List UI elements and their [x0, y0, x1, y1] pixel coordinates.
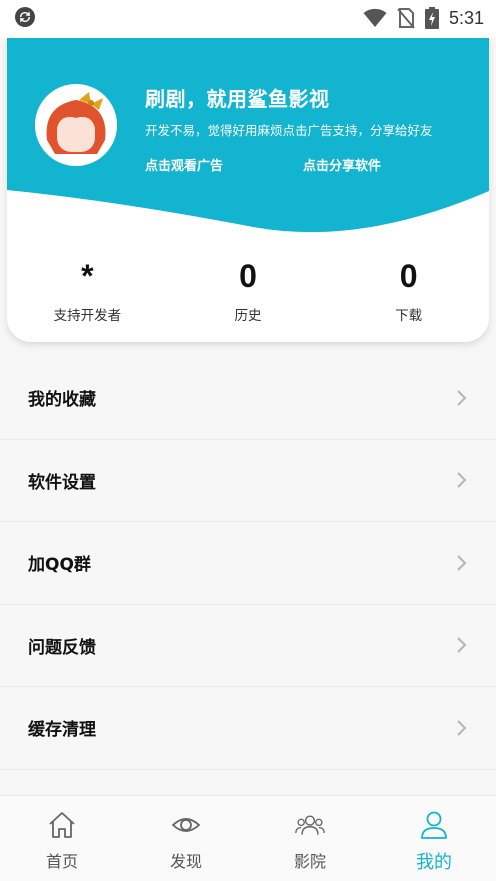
promo-title: 刷剧，就用鲨鱼影视: [145, 87, 330, 111]
stat-label: 下载: [395, 308, 423, 324]
profile-header-card: 刷剧，就用鲨鱼影视 开发不易，觉得好用麻烦点击广告支持，分享给好友 点击观看广告…: [7, 38, 489, 342]
menu-item-favorites[interactable]: 我的收藏: [0, 357, 496, 440]
share-app-link[interactable]: 点击分享软件: [303, 155, 381, 174]
nav-tab-label: 影院: [293, 852, 326, 871]
menu-item-join-qq-group[interactable]: 加QQ群: [0, 522, 496, 605]
nav-tab-discover[interactable]: 发现: [124, 796, 248, 881]
menu-item-label: 软件设置: [28, 472, 96, 493]
no-sim-icon: [397, 8, 415, 29]
chevron-right-icon: [457, 637, 467, 653]
watch-ad-link[interactable]: 点击观看广告: [145, 155, 223, 174]
nav-tab-cinema[interactable]: 影院: [248, 796, 372, 881]
stats-row: * 支持开发者 0 历史 0 下载: [7, 256, 489, 326]
group-icon: [295, 815, 325, 835]
stat-value: 0: [399, 258, 418, 294]
stat-downloads[interactable]: 0 下载: [328, 256, 489, 326]
menu-item-label: 缓存清理: [28, 720, 96, 741]
stat-value: *: [81, 258, 94, 294]
menu-item-label: 我的收藏: [28, 390, 96, 411]
bottom-navigation: 首页 发现 影院 我的: [0, 795, 496, 881]
menu-item-settings[interactable]: 软件设置: [0, 440, 496, 522]
chevron-right-icon: [457, 390, 467, 406]
battery-charging-icon: [424, 7, 439, 29]
chevron-right-icon: [457, 472, 467, 488]
status-time: 5:31: [448, 7, 484, 28]
sync-icon: [15, 7, 35, 27]
nav-tab-label: 首页: [45, 852, 78, 871]
stat-history[interactable]: 0 历史: [168, 256, 329, 326]
nav-tab-mine[interactable]: 我的: [372, 796, 496, 881]
settings-menu: 我的收藏 软件设置 加QQ群 问题反馈 缓存清理: [0, 357, 496, 770]
chevron-right-icon: [457, 555, 467, 571]
eye-icon: [171, 818, 201, 832]
wifi-icon: [363, 8, 387, 27]
chevron-right-icon: [457, 720, 467, 736]
nav-tab-home[interactable]: 首页: [0, 796, 124, 881]
stat-support-developer[interactable]: * 支持开发者: [7, 256, 168, 326]
menu-item-clear-cache[interactable]: 缓存清理: [0, 687, 496, 770]
stat-label: 历史: [234, 308, 262, 324]
person-icon: [421, 811, 447, 839]
menu-item-label: 加QQ群: [28, 555, 91, 576]
menu-item-label: 问题反馈: [28, 637, 96, 658]
stat-label: 支持开发者: [53, 308, 122, 324]
promo-subtitle: 开发不易，觉得好用麻烦点击广告支持，分享给好友: [145, 123, 433, 138]
status-bar: 5:31: [0, 0, 496, 38]
menu-item-feedback[interactable]: 问题反馈: [0, 605, 496, 687]
avatar[interactable]: [35, 84, 117, 166]
home-icon: [49, 812, 75, 838]
nav-tab-label: 我的: [416, 852, 452, 873]
nav-tab-label: 发现: [169, 852, 202, 871]
stat-value: 0: [239, 258, 257, 294]
cartoon-girl-avatar-icon: [35, 84, 117, 166]
